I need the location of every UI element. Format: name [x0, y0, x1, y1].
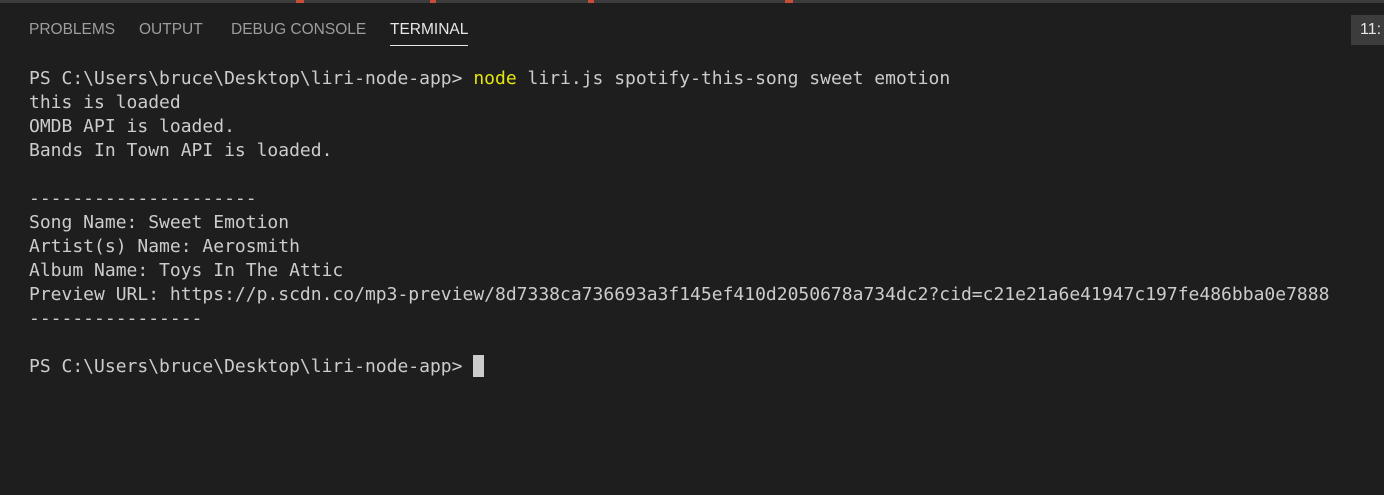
output-line: Artist(s) Name: Aerosmith — [29, 236, 300, 257]
tab-problems[interactable]: PROBLEMS — [29, 19, 115, 41]
tab-label: PROBLEMS — [29, 21, 116, 38]
output-line: this is loaded — [29, 92, 181, 113]
prompt-text: PS C:\Users\bruce\Desktop\liri-node-app> — [29, 68, 474, 89]
tab-label: DEBUG CONSOLE — [231, 21, 367, 38]
output-line: OMDB API is loaded. — [29, 116, 235, 137]
tab-terminal[interactable]: TERMINAL — [390, 19, 469, 46]
terminal-output[interactable]: PS C:\Users\bruce\Desktop\liri-node-app>… — [29, 67, 1374, 379]
output-line: Song Name: Sweet Emotion — [29, 212, 290, 233]
clock-chip: 11: — [1351, 15, 1384, 45]
output-line: Album Name: Toys In The Attic — [29, 260, 344, 281]
tab-label: TERMINAL — [390, 21, 469, 38]
separator-line: ---------------- — [29, 308, 203, 329]
tab-debug-console[interactable]: DEBUG CONSOLE — [231, 19, 366, 41]
tab-output[interactable]: OUTPUT — [139, 19, 203, 41]
prompt-text: PS C:\Users\bruce\Desktop\liri-node-app> — [29, 356, 474, 377]
tab-label: OUTPUT — [139, 21, 203, 38]
output-line: Preview URL: https://p.scdn.co/mp3-previ… — [29, 284, 1330, 305]
command-keyword: node — [473, 68, 517, 89]
active-tab-indicator — [390, 45, 469, 46]
terminal-cursor — [473, 355, 485, 377]
panel-tab-bar: PROBLEMS OUTPUT DEBUG CONSOLE TERMINAL 1… — [0, 0, 1384, 60]
command-args: liri.js spotify-this-song sweet emotion — [516, 68, 951, 89]
command-line: PS C:\Users\bruce\Desktop\liri-node-app>… — [29, 67, 1374, 91]
output-line: Bands In Town API is loaded. — [29, 140, 333, 161]
prompt-line[interactable]: PS C:\Users\bruce\Desktop\liri-node-app> — [29, 355, 1374, 379]
separator-line: --------------------- — [29, 188, 257, 209]
